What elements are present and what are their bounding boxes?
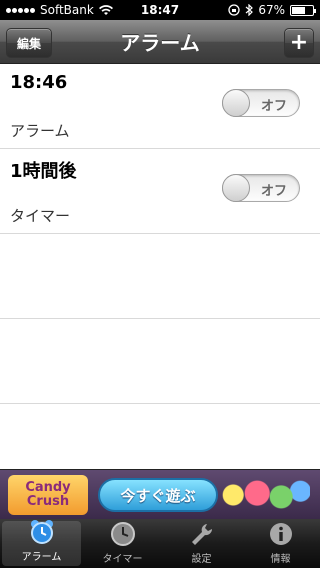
toggle-knob bbox=[222, 174, 250, 202]
tab-bar: アラーム タイマー 設定 情報 bbox=[0, 519, 320, 568]
alarm-label: タイマー bbox=[10, 207, 71, 225]
info-icon bbox=[266, 520, 296, 548]
ad-logo: Candy Crush bbox=[8, 475, 88, 515]
alarm-time: 1時間後 bbox=[10, 161, 77, 182]
toggle-state-text: オフ bbox=[260, 99, 287, 114]
tab-label: 情報 bbox=[270, 554, 291, 565]
empty-row bbox=[0, 234, 320, 319]
alarm-label: アラーム bbox=[10, 122, 70, 140]
tab-alarm[interactable]: アラーム bbox=[2, 518, 81, 566]
rotation-lock-icon bbox=[228, 4, 240, 16]
carrier-name: SoftBank bbox=[40, 3, 94, 17]
tab-info[interactable]: 情報 bbox=[241, 519, 320, 568]
candy-graphic bbox=[214, 476, 310, 514]
status-bar: SoftBank 18:47 67% bbox=[0, 0, 320, 20]
alarm-toggle-switch[interactable]: オフ bbox=[222, 89, 300, 117]
add-alarm-button[interactable]: + bbox=[284, 28, 314, 58]
empty-row bbox=[0, 319, 320, 404]
alarm-row[interactable]: 1時間後 タイマー オフ bbox=[0, 149, 320, 234]
battery-icon bbox=[290, 4, 316, 16]
bluetooth-icon bbox=[245, 4, 254, 16]
page-title: アラーム bbox=[120, 31, 200, 55]
alarm-clock-icon bbox=[27, 518, 57, 546]
edit-button[interactable]: 編集 bbox=[6, 28, 52, 58]
timer-clock-icon bbox=[108, 520, 138, 548]
toggle-knob bbox=[222, 89, 250, 117]
tab-label: タイマー bbox=[102, 554, 143, 565]
alarm-toggle-switch[interactable]: オフ bbox=[222, 174, 300, 202]
alarm-row[interactable]: 18:46 アラーム オフ bbox=[0, 64, 320, 149]
tab-label: 設定 bbox=[191, 554, 212, 565]
alarm-list: 18:46 アラーム オフ 1時間後 タイマー オフ bbox=[0, 64, 320, 469]
tab-timer[interactable]: タイマー bbox=[83, 519, 162, 568]
wrench-icon bbox=[187, 520, 217, 548]
ad-play-button[interactable]: 今すぐ遊ぶ bbox=[98, 478, 218, 512]
navigation-bar: 編集 アラーム + bbox=[0, 20, 320, 64]
ad-banner[interactable]: Candy Crush 今すぐ遊ぶ bbox=[0, 469, 320, 519]
signal-icon bbox=[6, 7, 35, 13]
tab-label: アラーム bbox=[21, 552, 62, 563]
alarm-time: 18:46 bbox=[10, 72, 68, 93]
tab-settings[interactable]: 設定 bbox=[162, 519, 241, 568]
battery-percent: 67% bbox=[258, 3, 285, 17]
toggle-state-text: オフ bbox=[260, 184, 287, 199]
wifi-icon bbox=[98, 4, 113, 15]
